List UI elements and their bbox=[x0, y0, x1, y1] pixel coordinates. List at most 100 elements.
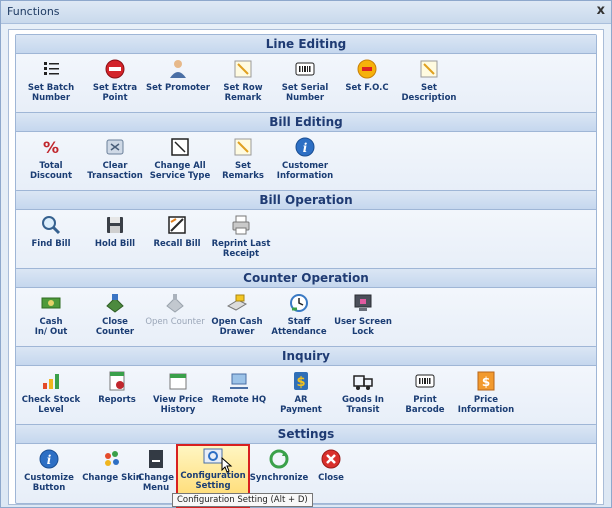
item-label: Open Counter bbox=[145, 317, 205, 327]
percent-icon: % bbox=[43, 138, 59, 157]
set-serial-number-button[interactable]: Set Serial Number bbox=[274, 58, 336, 116]
section-title: Line Editing bbox=[16, 35, 596, 54]
info-icon: i bbox=[39, 449, 59, 469]
set-description-button[interactable]: Set Description bbox=[398, 58, 460, 116]
note-icon bbox=[420, 60, 438, 78]
section-settings: Settings i Customize Button Change Skin … bbox=[15, 424, 597, 508]
set-foc-button[interactable]: Set F.O.C bbox=[336, 58, 398, 116]
free-badge-icon bbox=[357, 59, 377, 79]
item-label: Reprint Last Receipt bbox=[211, 239, 271, 259]
find-bill-button[interactable]: Find Bill bbox=[20, 214, 82, 272]
item-label: Set Description bbox=[401, 83, 457, 103]
item-label: Goods In Transit bbox=[342, 395, 384, 415]
customize-button-button[interactable]: i Customize Button bbox=[18, 448, 80, 506]
open-cash-drawer-button[interactable]: Open Cash Drawer bbox=[206, 292, 268, 350]
set-extra-point-button[interactable]: Set Extra Point bbox=[84, 58, 146, 116]
print-barcode-button[interactable]: Print Barcode bbox=[394, 370, 456, 428]
section-counter-operation: Counter Operation Cash In/ Out Close Cou… bbox=[15, 268, 597, 350]
item-label: Change Menu bbox=[138, 473, 174, 493]
reprint-last-receipt-button[interactable]: Reprint Last Receipt bbox=[208, 214, 274, 272]
price-tag-icon: $ bbox=[477, 371, 495, 391]
item-label: Hold Bill bbox=[94, 239, 136, 249]
info-icon: i bbox=[295, 137, 315, 157]
item-label: Configuration Setting bbox=[180, 471, 246, 491]
item-label: Close Counter bbox=[95, 317, 135, 337]
check-stock-level-button[interactable]: Check Stock Level bbox=[18, 370, 84, 428]
dollar-icon: $ bbox=[294, 372, 308, 390]
user-screen-lock-button[interactable]: User Screen Lock bbox=[330, 292, 396, 350]
open-counter-button[interactable]: Open Counter bbox=[142, 292, 208, 350]
section-title: Inquiry bbox=[16, 347, 596, 366]
cash-icon bbox=[41, 297, 61, 309]
close-circle-icon bbox=[321, 449, 341, 469]
barcode-icon bbox=[295, 62, 315, 76]
ar-payment-button[interactable]: $ AR Payment bbox=[270, 370, 332, 428]
point-badge-icon bbox=[105, 59, 125, 79]
hold-bill-button[interactable]: Hold Bill bbox=[84, 214, 146, 272]
recall-icon bbox=[168, 216, 186, 234]
promoter-person-icon bbox=[170, 60, 186, 78]
open-counter-icon bbox=[166, 294, 184, 313]
item-label: Set Remarks bbox=[222, 161, 264, 181]
item-label: Find Bill bbox=[31, 239, 71, 249]
total-discount-button[interactable]: % Total Discount bbox=[20, 136, 82, 194]
staff-attendance-button[interactable]: Staff Attendance bbox=[268, 292, 330, 350]
customer-information-button[interactable]: i Customer Information bbox=[274, 136, 336, 194]
magnifier-icon bbox=[42, 216, 61, 235]
view-price-history-button[interactable]: View Price History bbox=[146, 370, 210, 428]
cash-in-out-button[interactable]: Cash In/ Out bbox=[20, 292, 82, 350]
window-close-button[interactable]: x bbox=[597, 3, 605, 18]
item-label: Remote HQ bbox=[211, 395, 267, 405]
item-label: Set Row Remark bbox=[223, 83, 263, 103]
section-title: Bill Operation bbox=[16, 191, 596, 210]
reports-button[interactable]: Reports bbox=[86, 370, 148, 428]
price-information-button[interactable]: $ Price Information bbox=[452, 370, 520, 428]
title-bar: Functions x bbox=[1, 1, 611, 24]
svg-text:$: $ bbox=[296, 375, 305, 390]
calendar-icon bbox=[169, 373, 187, 390]
item-label: Price Information bbox=[457, 395, 515, 415]
paint-icon bbox=[105, 451, 119, 466]
set-row-remark-button[interactable]: Set Row Remark bbox=[212, 58, 274, 116]
goods-in-transit-button[interactable]: Goods In Transit bbox=[332, 370, 394, 428]
clear-transaction-button[interactable]: Clear Transaction bbox=[84, 136, 146, 194]
set-promoter-button[interactable]: Set Promoter bbox=[144, 58, 212, 116]
section-line-editing: Line Editing Set Batch Number Set Extra … bbox=[15, 34, 597, 116]
item-label: Recall Bill bbox=[153, 239, 201, 249]
menu-book-icon bbox=[149, 450, 163, 468]
set-batch-number-button[interactable]: Set Batch Number bbox=[20, 58, 82, 116]
window-title: Functions bbox=[7, 5, 60, 18]
remote-hq-button[interactable]: Remote HQ bbox=[208, 370, 270, 428]
set-remarks-button[interactable]: Set Remarks bbox=[212, 136, 274, 194]
item-label: Reports bbox=[98, 395, 136, 405]
svg-text:$: $ bbox=[482, 375, 490, 389]
barcode-icon bbox=[415, 374, 435, 388]
item-label: Staff Attendance bbox=[271, 317, 327, 337]
mouse-cursor-icon bbox=[221, 457, 233, 473]
note-icon bbox=[234, 138, 252, 156]
floppy-disk-icon bbox=[107, 217, 123, 233]
close-counter-icon bbox=[106, 294, 124, 313]
section-title: Bill Editing bbox=[16, 113, 596, 132]
clock-icon bbox=[290, 294, 308, 312]
item-label: Customize Button bbox=[24, 473, 74, 493]
close-counter-button[interactable]: Close Counter bbox=[84, 292, 146, 350]
change-all-service-type-button[interactable]: Change All Service Type bbox=[146, 136, 214, 194]
functions-panel: Line Editing Set Batch Number Set Extra … bbox=[8, 29, 604, 508]
item-label: Set Serial Number bbox=[281, 83, 329, 103]
recall-bill-button[interactable]: Recall Bill bbox=[146, 214, 208, 272]
svg-text:%: % bbox=[43, 138, 59, 157]
item-label: Change All Service Type bbox=[149, 161, 211, 181]
cash-drawer-icon bbox=[226, 294, 248, 311]
batch-list-icon bbox=[44, 62, 59, 75]
bar-chart-icon bbox=[43, 374, 59, 389]
note-icon bbox=[234, 60, 252, 78]
item-label: Set Batch Number bbox=[27, 83, 75, 103]
item-label: Close bbox=[318, 473, 344, 483]
report-icon bbox=[109, 371, 125, 391]
transit-icon bbox=[353, 375, 373, 390]
item-label: Open Cash Drawer bbox=[211, 317, 263, 337]
item-label: User Screen Lock bbox=[334, 317, 392, 337]
screen-lock-icon bbox=[354, 294, 372, 311]
section-title: Settings bbox=[16, 425, 596, 444]
